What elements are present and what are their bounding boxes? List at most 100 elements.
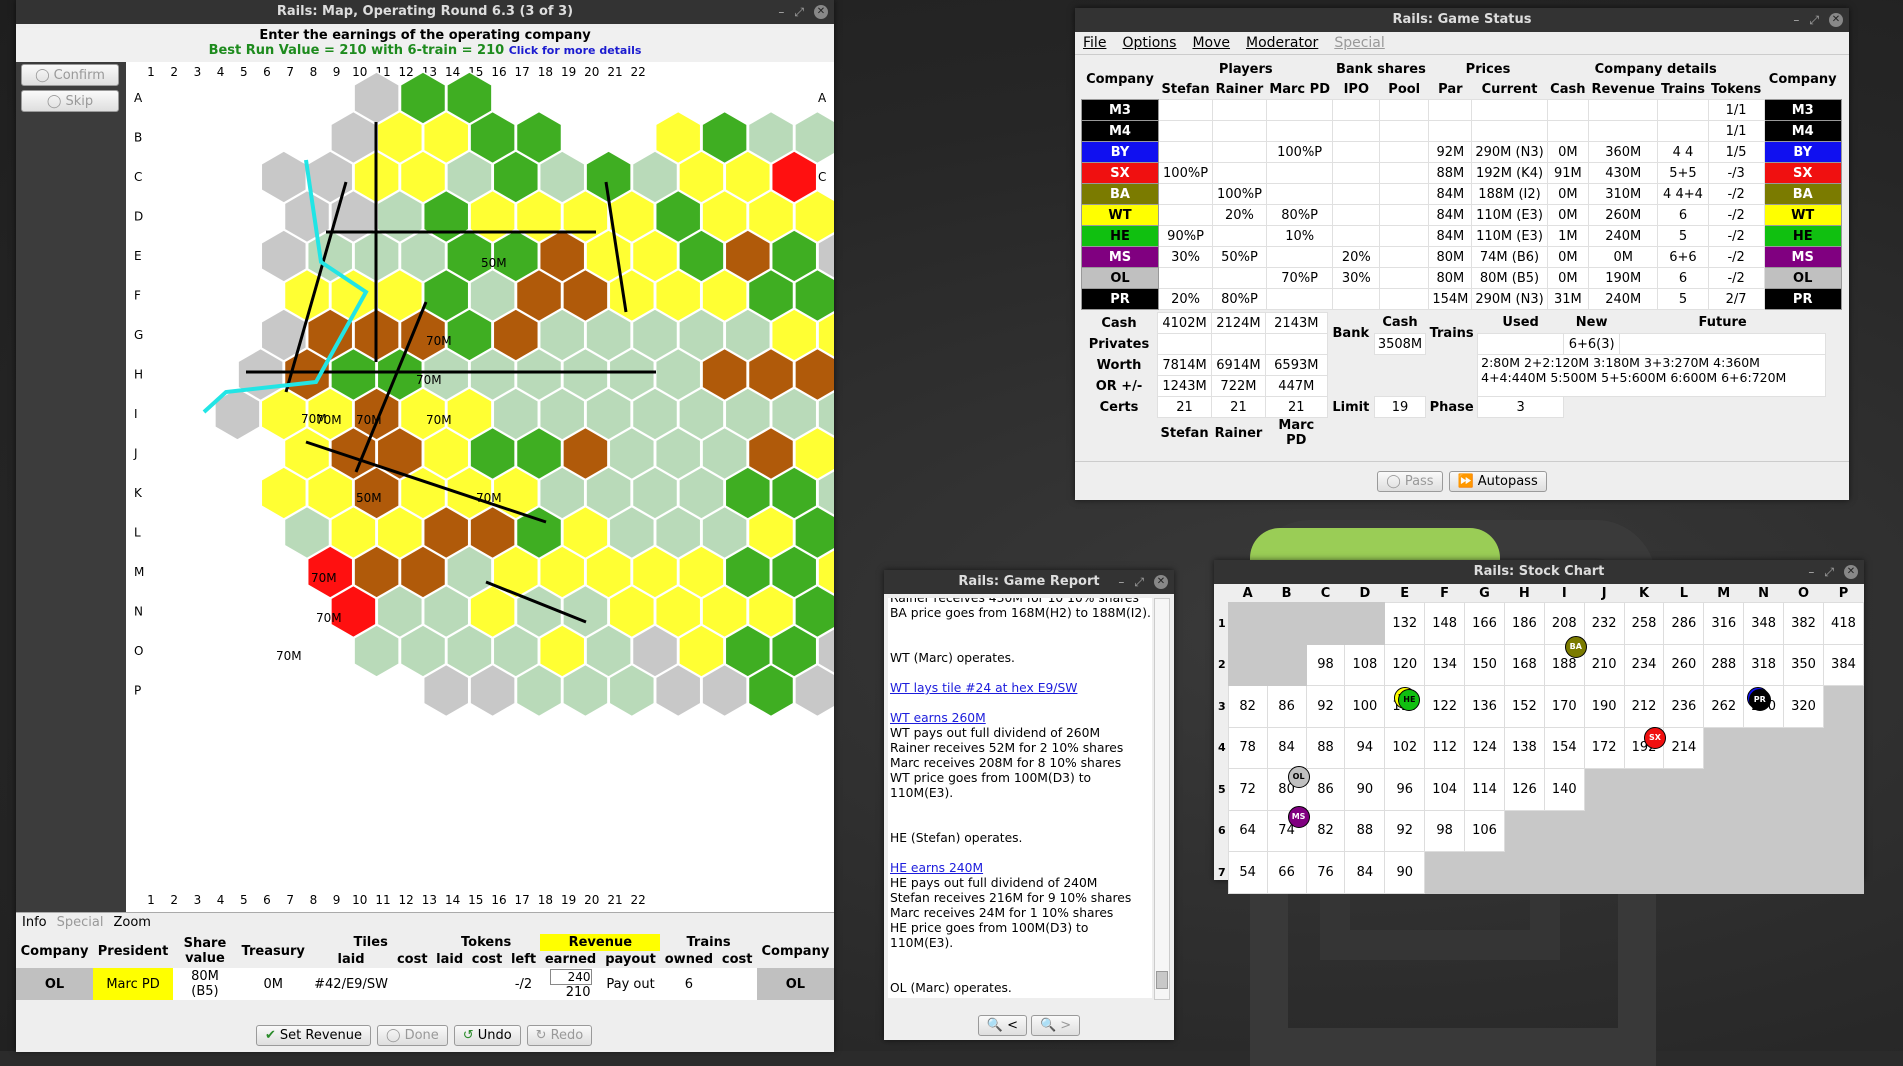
stock-token-pr[interactable]: PR xyxy=(1748,689,1771,712)
close-icon[interactable]: ✕ xyxy=(814,5,828,19)
skip-button[interactable]: ◯ Skip xyxy=(21,90,119,112)
status-m-ms[interactable] xyxy=(1265,246,1334,268)
status-r-m3[interactable] xyxy=(1212,99,1267,121)
maximize-icon[interactable]: ⤢ xyxy=(1134,570,1144,594)
menu-special[interactable]: Special xyxy=(1334,35,1384,51)
stock-token-sx[interactable]: SX xyxy=(1644,726,1666,749)
status-ipo-ol[interactable]: 30% xyxy=(1332,267,1381,289)
status-pool-ol[interactable] xyxy=(1379,267,1430,289)
status-r-sx[interactable] xyxy=(1212,162,1267,184)
status-ipo-m3[interactable] xyxy=(1332,99,1381,121)
status-s-m4[interactable] xyxy=(1157,120,1214,142)
earned-input[interactable]: 240 xyxy=(549,968,592,985)
payout-select[interactable]: Pay out xyxy=(600,968,661,1000)
status-pool-m4[interactable] xyxy=(1379,120,1430,142)
stock-token-ol[interactable]: OL xyxy=(1287,766,1310,789)
close-icon[interactable]: ✕ xyxy=(1844,565,1858,579)
minimize-icon[interactable]: – xyxy=(1808,560,1814,584)
status-m-he[interactable]: 10% xyxy=(1265,225,1334,247)
menu-options[interactable]: Options xyxy=(1122,35,1176,51)
set-revenue-button[interactable]: ✔ Set Revenue xyxy=(256,1025,372,1046)
done-button[interactable]: ◯ Done xyxy=(377,1025,448,1046)
status-m-wt[interactable]: 80%P xyxy=(1265,204,1334,226)
close-icon[interactable]: ✕ xyxy=(1154,575,1168,589)
report-next-button[interactable]: 🔍 > xyxy=(1031,1015,1081,1036)
status-m-sx[interactable] xyxy=(1265,162,1334,184)
status-pool-pr[interactable] xyxy=(1379,288,1430,310)
status-r-he[interactable] xyxy=(1212,225,1267,247)
report-text[interactable]: Rainer receives 430M for 10 10% shares BA… xyxy=(888,598,1152,998)
menu-info[interactable]: Info xyxy=(22,915,47,930)
stock-token-ba[interactable]: BA xyxy=(1564,635,1587,658)
status-pool-sx[interactable] xyxy=(1379,162,1430,184)
status-pool-by[interactable] xyxy=(1379,141,1430,163)
status-ipo-he[interactable] xyxy=(1332,225,1381,247)
status-s-wt[interactable] xyxy=(1157,204,1214,226)
status-m-m4[interactable] xyxy=(1265,120,1334,142)
status-ipo-by[interactable] xyxy=(1332,141,1381,163)
report-prev-button[interactable]: 🔍 < xyxy=(977,1015,1027,1036)
redo-button[interactable]: ↻ Redo xyxy=(526,1025,593,1046)
status-pool-wt[interactable] xyxy=(1379,204,1430,226)
status-s-by[interactable] xyxy=(1157,141,1214,163)
status-ipo-ms[interactable]: 20% xyxy=(1332,246,1381,268)
status-r-ms[interactable]: 50%P xyxy=(1212,246,1267,268)
status-r-wt[interactable]: 20% xyxy=(1212,204,1267,226)
menu-zoom[interactable]: Zoom xyxy=(113,915,150,930)
status-m-m3[interactable] xyxy=(1265,99,1334,121)
status-s-m3[interactable] xyxy=(1157,99,1214,121)
maximize-icon[interactable]: ⤢ xyxy=(794,0,804,24)
menu-moderator[interactable]: Moderator xyxy=(1246,35,1318,51)
scrollbar-thumb[interactable] xyxy=(1156,971,1168,989)
status-s-ol[interactable] xyxy=(1157,267,1214,289)
status-s-he[interactable]: 90%P xyxy=(1157,225,1214,247)
menu-file[interactable]: File xyxy=(1083,35,1106,51)
minimize-icon[interactable]: – xyxy=(778,0,784,24)
status-m-ba[interactable] xyxy=(1265,183,1334,205)
confirm-button[interactable]: ◯ Confirm xyxy=(21,64,119,86)
undo-button[interactable]: ↺ Undo xyxy=(453,1025,521,1046)
status-pool-ms[interactable] xyxy=(1379,246,1430,268)
report-link[interactable]: HE earns 240M xyxy=(890,861,983,875)
status-pool-he[interactable] xyxy=(1379,225,1430,247)
autopass-button[interactable]: ⏩ Autopass xyxy=(1448,470,1547,492)
map-window-titlebar[interactable]: Rails: Map, Operating Round 6.3 (3 of 3)… xyxy=(16,0,834,24)
maximize-icon[interactable]: ⤢ xyxy=(1809,8,1819,32)
status-titlebar[interactable]: Rails: Game Status – ⤢ ✕ xyxy=(1075,8,1849,32)
status-ipo-sx[interactable] xyxy=(1332,162,1381,184)
status-m-by[interactable]: 100%P xyxy=(1265,141,1334,163)
report-link[interactable]: WT earns 260M xyxy=(890,711,986,725)
status-r-pr[interactable]: 80%P xyxy=(1212,288,1267,310)
status-r-m4[interactable] xyxy=(1212,120,1267,142)
status-m-ol[interactable]: 70%P xyxy=(1265,267,1334,289)
minimize-icon[interactable]: – xyxy=(1793,8,1799,32)
status-m-pr[interactable] xyxy=(1265,288,1334,310)
maximize-icon[interactable]: ⤢ xyxy=(1824,560,1834,584)
status-ipo-ba[interactable] xyxy=(1332,183,1381,205)
stock-token-ms[interactable]: MS xyxy=(1287,806,1310,828)
status-pool-ba[interactable] xyxy=(1379,183,1430,205)
status-s-sx[interactable]: 100%P xyxy=(1157,162,1214,184)
status-ipo-pr[interactable] xyxy=(1332,288,1381,310)
minimize-icon[interactable]: – xyxy=(1118,570,1124,594)
stock-titlebar[interactable]: Rails: Stock Chart – ⤢ ✕ xyxy=(1214,560,1864,584)
status-s-ms[interactable]: 30% xyxy=(1157,246,1214,268)
report-link[interactable]: WT lays tile #24 at hex E9/SW xyxy=(890,681,1077,695)
close-icon[interactable]: ✕ xyxy=(1829,13,1843,27)
status-pool-m3[interactable] xyxy=(1379,99,1430,121)
report-titlebar[interactable]: Rails: Game Report – ⤢ ✕ xyxy=(884,570,1174,594)
pass-button[interactable]: ◯ Pass xyxy=(1377,470,1443,492)
menu-move[interactable]: Move xyxy=(1192,35,1230,51)
hex-map[interactable]: 1 1 2 2 3 3 4 4 5 5 6 6 7 7 8 8 9 9 10 10 11 11 12 12 13 13 14 14 15… xyxy=(126,62,934,912)
status-s-ba[interactable] xyxy=(1157,183,1214,205)
status-s-pr[interactable]: 20% xyxy=(1157,288,1214,310)
status-r-ba[interactable]: 100%P xyxy=(1212,183,1267,205)
hex-map-svg[interactable]: 1122334455667788991010111112121313141415… xyxy=(126,62,934,912)
details-link[interactable]: Click for more details xyxy=(509,44,642,57)
status-r-ol[interactable] xyxy=(1212,267,1267,289)
menu-special[interactable]: Special xyxy=(57,915,104,930)
status-ipo-m4[interactable] xyxy=(1332,120,1381,142)
status-ipo-wt[interactable] xyxy=(1332,204,1381,226)
status-r-by[interactable] xyxy=(1212,141,1267,163)
report-scrollbar[interactable] xyxy=(1154,598,1170,1000)
